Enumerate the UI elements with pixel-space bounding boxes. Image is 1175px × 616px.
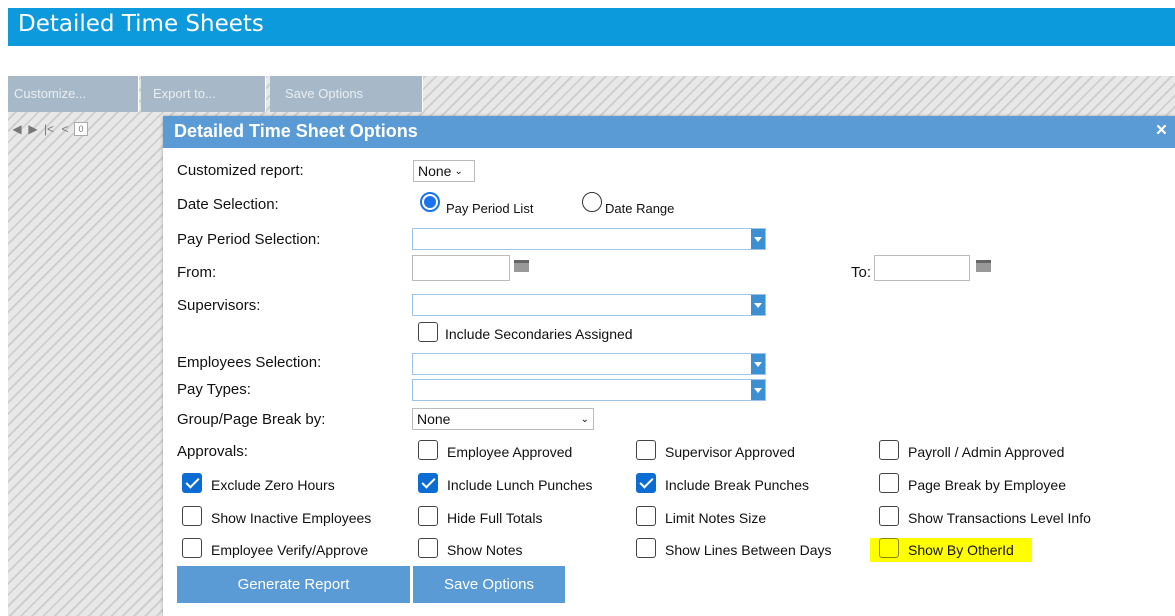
calendar-icon[interactable] (514, 260, 529, 272)
include-break-checkbox[interactable] (636, 473, 656, 493)
date-range-label: Date Range (605, 201, 675, 216)
supervisors-label: Supervisors: (177, 297, 261, 314)
exclude-zero-hours-label: Exclude Zero Hours (211, 477, 335, 493)
supervisor-approved-checkbox[interactable] (636, 440, 656, 460)
back-icon[interactable]: ◀ (10, 122, 24, 136)
previous-page-icon[interactable]: < (58, 122, 72, 136)
report-navigation: ◀ ▶ |< < 0 (8, 118, 88, 140)
customized-report-label: Customized report: (177, 162, 304, 179)
dropdown-arrow-icon[interactable] (751, 380, 765, 400)
exclude-zero-hours-checkbox[interactable] (182, 473, 202, 493)
customized-report-value: None (418, 163, 452, 179)
page-number-input[interactable]: 0 (74, 122, 88, 136)
include-break-label: Include Break Punches (665, 477, 809, 493)
group-break-value: None (417, 411, 451, 427)
export-button[interactable]: Export to... (141, 76, 266, 112)
employees-combo[interactable] (412, 353, 766, 375)
chevron-down-icon: ⌄ (580, 413, 589, 425)
customize-button[interactable]: Customize... (8, 76, 139, 112)
payroll-approved-label: Payroll / Admin Approved (908, 444, 1065, 460)
include-secondaries-label: Include Secondaries Assigned (445, 326, 633, 342)
show-inactive-checkbox[interactable] (182, 506, 202, 526)
show-by-otherid-label: Show By OtherId (908, 542, 1014, 558)
date-range-radio[interactable] (582, 192, 602, 212)
to-label: To: (851, 264, 872, 281)
pay-types-label: Pay Types: (177, 381, 251, 398)
show-transactions-checkbox[interactable] (879, 506, 899, 526)
calendar-icon[interactable] (976, 260, 991, 272)
pay-types-combo[interactable] (412, 379, 766, 401)
forward-icon[interactable]: ▶ (26, 122, 40, 136)
payroll-approved-checkbox[interactable] (879, 440, 899, 460)
employee-approved-label: Employee Approved (447, 444, 573, 460)
employee-verify-checkbox[interactable] (182, 538, 202, 558)
save-options-button[interactable]: Save Options (413, 566, 565, 603)
group-break-label: Group/Page Break by: (177, 411, 326, 428)
limit-notes-label: Limit Notes Size (665, 510, 767, 526)
show-notes-label: Show Notes (447, 542, 523, 558)
dropdown-arrow-icon[interactable] (751, 354, 765, 374)
employees-selection-label: Employees Selection: (177, 354, 322, 371)
employee-verify-label: Employee Verify/Approve (211, 542, 369, 558)
show-lines-label: Show Lines Between Days (665, 542, 832, 558)
include-secondaries-checkbox[interactable] (418, 322, 438, 342)
limit-notes-checkbox[interactable] (636, 506, 656, 526)
hide-full-totals-checkbox[interactable] (418, 506, 438, 526)
pay-period-selection-label: Pay Period Selection: (177, 231, 321, 248)
include-lunch-checkbox[interactable] (418, 473, 438, 493)
group-break-select[interactable]: None ⌄ (412, 408, 594, 430)
date-selection-label: Date Selection: (177, 196, 279, 213)
show-by-otherid-checkbox[interactable] (879, 538, 899, 558)
to-date-input[interactable] (874, 255, 970, 281)
dropdown-arrow-icon[interactable] (751, 295, 765, 315)
include-lunch-label: Include Lunch Punches (447, 477, 593, 493)
show-transactions-label: Show Transactions Level Info (908, 510, 1091, 526)
generate-report-button[interactable]: Generate Report (177, 566, 410, 603)
supervisor-approved-label: Supervisor Approved (665, 444, 795, 460)
pay-period-combo[interactable] (412, 228, 766, 250)
show-notes-checkbox[interactable] (418, 538, 438, 558)
hide-full-totals-label: Hide Full Totals (447, 510, 543, 526)
first-page-icon[interactable]: |< (42, 122, 56, 136)
from-date-input[interactable] (412, 255, 510, 281)
show-inactive-label: Show Inactive Employees (211, 510, 372, 526)
dropdown-arrow-icon[interactable] (751, 229, 765, 249)
pay-period-list-radio[interactable] (420, 192, 440, 212)
dialog-title: Detailed Time Sheet Options (163, 116, 1175, 148)
toolbar-save-options-button[interactable]: Save Options (270, 76, 423, 112)
customized-report-select[interactable]: None ⌄ (413, 160, 475, 182)
page-title: Detailed Time Sheets (8, 8, 1175, 46)
from-label: From: (177, 264, 217, 281)
pay-period-list-label: Pay Period List (446, 201, 534, 216)
page-break-employee-label: Page Break by Employee (908, 477, 1066, 493)
show-lines-checkbox[interactable] (636, 538, 656, 558)
approvals-label: Approvals: (177, 443, 248, 460)
supervisors-combo[interactable] (412, 294, 766, 316)
employee-approved-checkbox[interactable] (418, 440, 438, 460)
page-break-employee-checkbox[interactable] (879, 473, 899, 493)
close-icon[interactable]: × (1156, 120, 1167, 142)
chevron-down-icon: ⌄ (454, 165, 463, 177)
